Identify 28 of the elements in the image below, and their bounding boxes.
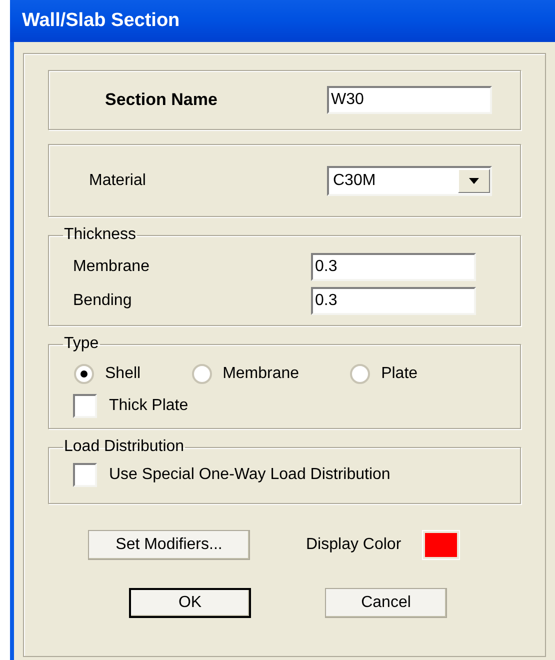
dropdown-arrow-icon [469, 178, 479, 184]
checkbox-label: Thick Plate [109, 396, 188, 416]
group-title: Thickness [63, 225, 138, 245]
window-title: Wall/Slab Section [22, 8, 180, 33]
radio-icon [349, 363, 372, 385]
radio-selected-icon [73, 363, 95, 385]
section-name-label: Section Name [105, 89, 218, 112]
thickness-field[interactable]: 0.3 [311, 253, 476, 281]
display-color-swatch[interactable] [423, 531, 460, 559]
radio-option[interactable]: Plate [349, 362, 418, 386]
field-label: Membrane [73, 257, 150, 277]
display-color-label: Display Color [306, 535, 402, 555]
radio-option[interactable]: Shell [73, 362, 141, 386]
group-title: Load Distribution [63, 437, 186, 457]
set-modifiers-button[interactable]: Set Modifiers... [88, 530, 250, 560]
material-dropdown[interactable]: C30M [327, 166, 492, 196]
thickness-field[interactable]: 0.3 [311, 287, 476, 315]
dialog-button[interactable]: Cancel [325, 588, 447, 618]
radio-icon [190, 363, 213, 385]
checkbox[interactable] [73, 394, 97, 418]
dialog-button[interactable]: OK [129, 588, 251, 618]
field-label: Bending [73, 291, 133, 311]
material-label: Material [89, 170, 147, 190]
group-title: Type [63, 334, 100, 354]
checkbox[interactable] [73, 463, 97, 487]
section-name-field[interactable]: W30 [327, 86, 492, 114]
checkbox-label: Use Special One-Way Load Distribution [109, 465, 390, 485]
radio-option[interactable]: Membrane [190, 362, 300, 386]
